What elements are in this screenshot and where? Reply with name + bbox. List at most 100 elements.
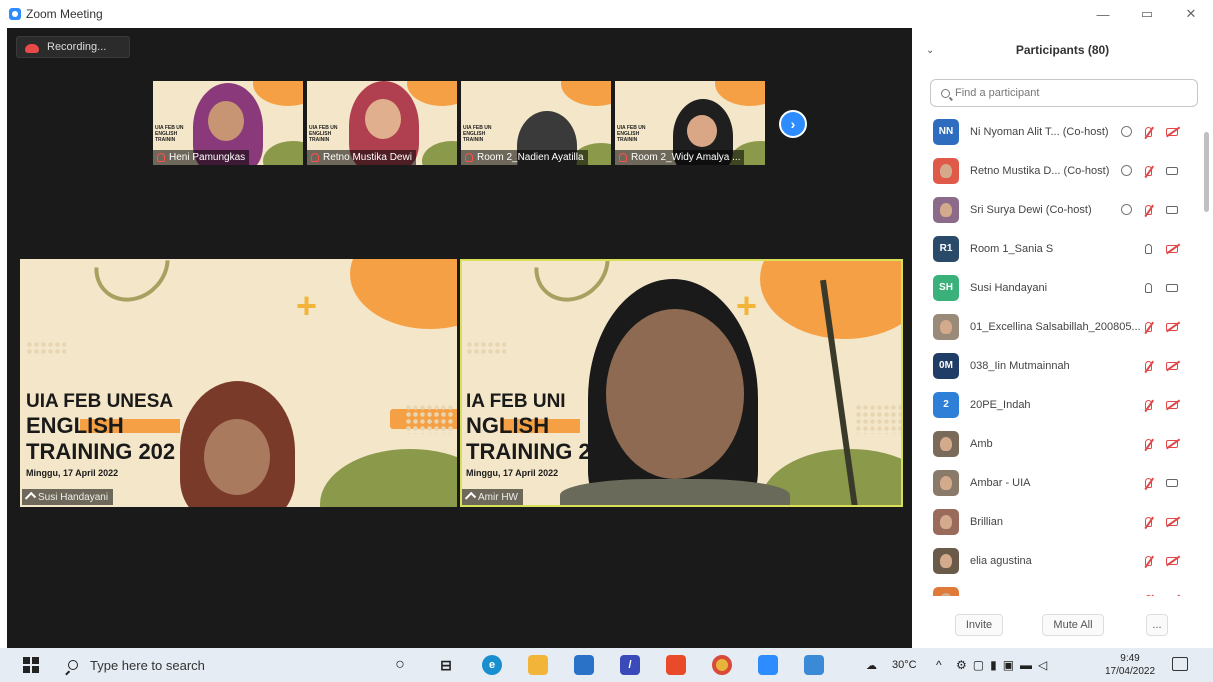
video-thumbnail[interactable]: UIA FEB UN ENGLISH TRAININ Room 2_Widy Ama… (615, 81, 765, 165)
video-off-icon[interactable] (1164, 436, 1180, 452)
next-page-button[interactable]: › (779, 110, 807, 138)
mic-muted-icon (311, 153, 319, 162)
participant-row[interactable]: R1 Room 1_Sania S (912, 229, 1202, 268)
zoom-logo-icon (9, 8, 21, 20)
participant-search[interactable] (930, 79, 1198, 107)
participant-name: Susi Handayani (970, 281, 1048, 294)
video-icon[interactable] (1164, 163, 1180, 179)
zoom-icon[interactable] (758, 655, 778, 675)
participant-row[interactable]: 01_Excellina Salsabillah_200805... (912, 307, 1202, 346)
mic-muted-icon[interactable] (1140, 514, 1156, 530)
avatar: SH (933, 274, 959, 301)
participant-row[interactable]: Brillian (912, 502, 1202, 541)
close-button[interactable]: ✕ (1169, 0, 1213, 28)
slide-text: UIA FEB UN ENGLISH TRAININ (155, 125, 184, 143)
app-icon[interactable]: / (620, 655, 640, 675)
more-button[interactable]: ... (1146, 614, 1168, 636)
mic-muted-icon[interactable] (1140, 163, 1156, 179)
participant-row[interactable]: SH Susi Handayani (912, 268, 1202, 307)
slide-text: UIA FEB UN ENGLISH TRAININ (463, 125, 492, 143)
pin-icon (24, 491, 37, 503)
chrome-icon[interactable] (712, 655, 732, 675)
plus-decoration: + (296, 285, 318, 326)
participant-row[interactable]: 2 20PE_Indah (912, 385, 1202, 424)
edge-icon[interactable]: e (482, 655, 502, 675)
clock[interactable]: 9:49 17/04/2022 (1100, 652, 1160, 678)
windows-taskbar: Type here to search ○ ⊟ e / ☁ 30°C ^ ⚙▢▮… (0, 648, 1213, 682)
avatar: NN (933, 118, 959, 145)
participant-name: 01_Excellina Salsabillah_200805... (970, 320, 1141, 333)
invite-button[interactable]: Invite (955, 614, 1003, 636)
video-thumbnail[interactable]: UIA FEB UN ENGLISH TRAININ Room 2_Nadien A… (461, 81, 611, 165)
video-thumbnail[interactable]: UIA FEB UN ENGLISH TRAININ Retno Mustika D… (307, 81, 457, 165)
slide-date: Minggu, 17 April 2022 (26, 468, 119, 478)
video-off-icon[interactable] (1164, 319, 1180, 335)
participant-row[interactable]: Sri Surya Dewi (Co-host) (912, 190, 1202, 229)
video-thumbnail[interactable]: UIA FEB UN ENGLISH TRAININ Heni Pamungkas (153, 81, 303, 165)
participant-row[interactable]: NN Ni Nyoman Alit T... (Co-host) (912, 112, 1202, 151)
participant-name-tag: Susi Handayani (22, 489, 114, 505)
participant-name: 20PE_Indah (970, 398, 1031, 411)
notification-icon[interactable] (1172, 657, 1188, 671)
participant-row[interactable] (912, 580, 1202, 596)
mic-icon[interactable] (1140, 280, 1156, 296)
restore-button[interactable]: ▭ (1125, 0, 1169, 28)
mic-icon[interactable] (1140, 241, 1156, 257)
video-icon[interactable] (1164, 280, 1180, 296)
avatar (933, 313, 959, 340)
video-off-icon[interactable] (1164, 553, 1180, 569)
search-icon (68, 660, 78, 670)
mute-all-button[interactable]: Mute All (1042, 614, 1104, 636)
cortana-icon[interactable]: ○ (390, 655, 410, 675)
minimize-button[interactable]: — (1081, 0, 1125, 28)
participant-row[interactable]: Amb (912, 424, 1202, 463)
video-off-icon[interactable] (1164, 514, 1180, 530)
video-off-icon[interactable] (1164, 397, 1180, 413)
weather-icon[interactable]: ☁ (866, 659, 877, 672)
windows-start-icon[interactable] (23, 657, 39, 673)
scrollbar[interactable] (1204, 132, 1209, 212)
mic-muted-icon[interactable] (1140, 436, 1156, 452)
video-tile-active-speaker[interactable]: + IA FEB UNI NGLISH TRAINING 2 Minggu, 1… (460, 259, 903, 507)
share-status-icon (1118, 202, 1134, 218)
participant-row[interactable]: elia agustina (912, 541, 1202, 580)
video-icon[interactable] (1164, 475, 1180, 491)
video-off-icon[interactable] (1164, 124, 1180, 140)
mic-muted-icon[interactable] (1140, 592, 1156, 596)
search-input[interactable] (955, 87, 1175, 99)
participant-row[interactable]: 0M 038_Iin Mutmainnah (912, 346, 1202, 385)
recording-indicator[interactable]: Recording... (16, 36, 130, 58)
video-tile[interactable]: + UIA FEB UNESA ENGLISH TRAINING 202 Min… (20, 259, 457, 507)
participant-name-tag: Heni Pamungkas (153, 150, 250, 165)
tray-icons[interactable]: ⚙▢▮▣▬◁ (956, 658, 1053, 672)
participant-list: NN Ni Nyoman Alit T... (Co-host) Retno Mus… (912, 112, 1202, 596)
mic-muted-icon[interactable] (1140, 553, 1156, 569)
pin-icon (464, 491, 477, 503)
mic-muted-icon[interactable] (1140, 202, 1156, 218)
slide-title: ENGLISH (26, 413, 124, 438)
share-status-icon (1118, 124, 1134, 140)
store-icon[interactable] (574, 655, 594, 675)
video-icon[interactable] (1164, 202, 1180, 218)
mic-muted-icon[interactable] (1140, 397, 1156, 413)
participant-row[interactable]: Retno Mustika D... (Co-host) (912, 151, 1202, 190)
office-icon[interactable] (666, 655, 686, 675)
mic-muted-icon[interactable] (1140, 124, 1156, 140)
tray-chevron-up-icon[interactable]: ^ (936, 658, 942, 672)
cloud-record-icon (25, 42, 39, 53)
mic-muted-icon[interactable] (1140, 319, 1156, 335)
mic-muted-icon[interactable] (1140, 475, 1156, 491)
clock-date: 17/04/2022 (1104, 666, 1156, 677)
avatar (933, 196, 959, 223)
video-off-icon[interactable] (1164, 592, 1180, 596)
panel-header: ⌄ Participants (80) (912, 36, 1213, 64)
file-explorer-icon[interactable] (528, 655, 548, 675)
taskbar-search[interactable]: Type here to search (58, 648, 374, 682)
avatar (933, 469, 959, 496)
video-off-icon[interactable] (1164, 358, 1180, 374)
video-off-icon[interactable] (1164, 241, 1180, 257)
photos-icon[interactable] (804, 655, 824, 675)
mic-muted-icon[interactable] (1140, 358, 1156, 374)
participant-row[interactable]: Ambar - UIA (912, 463, 1202, 502)
task-view-icon[interactable]: ⊟ (436, 655, 456, 675)
